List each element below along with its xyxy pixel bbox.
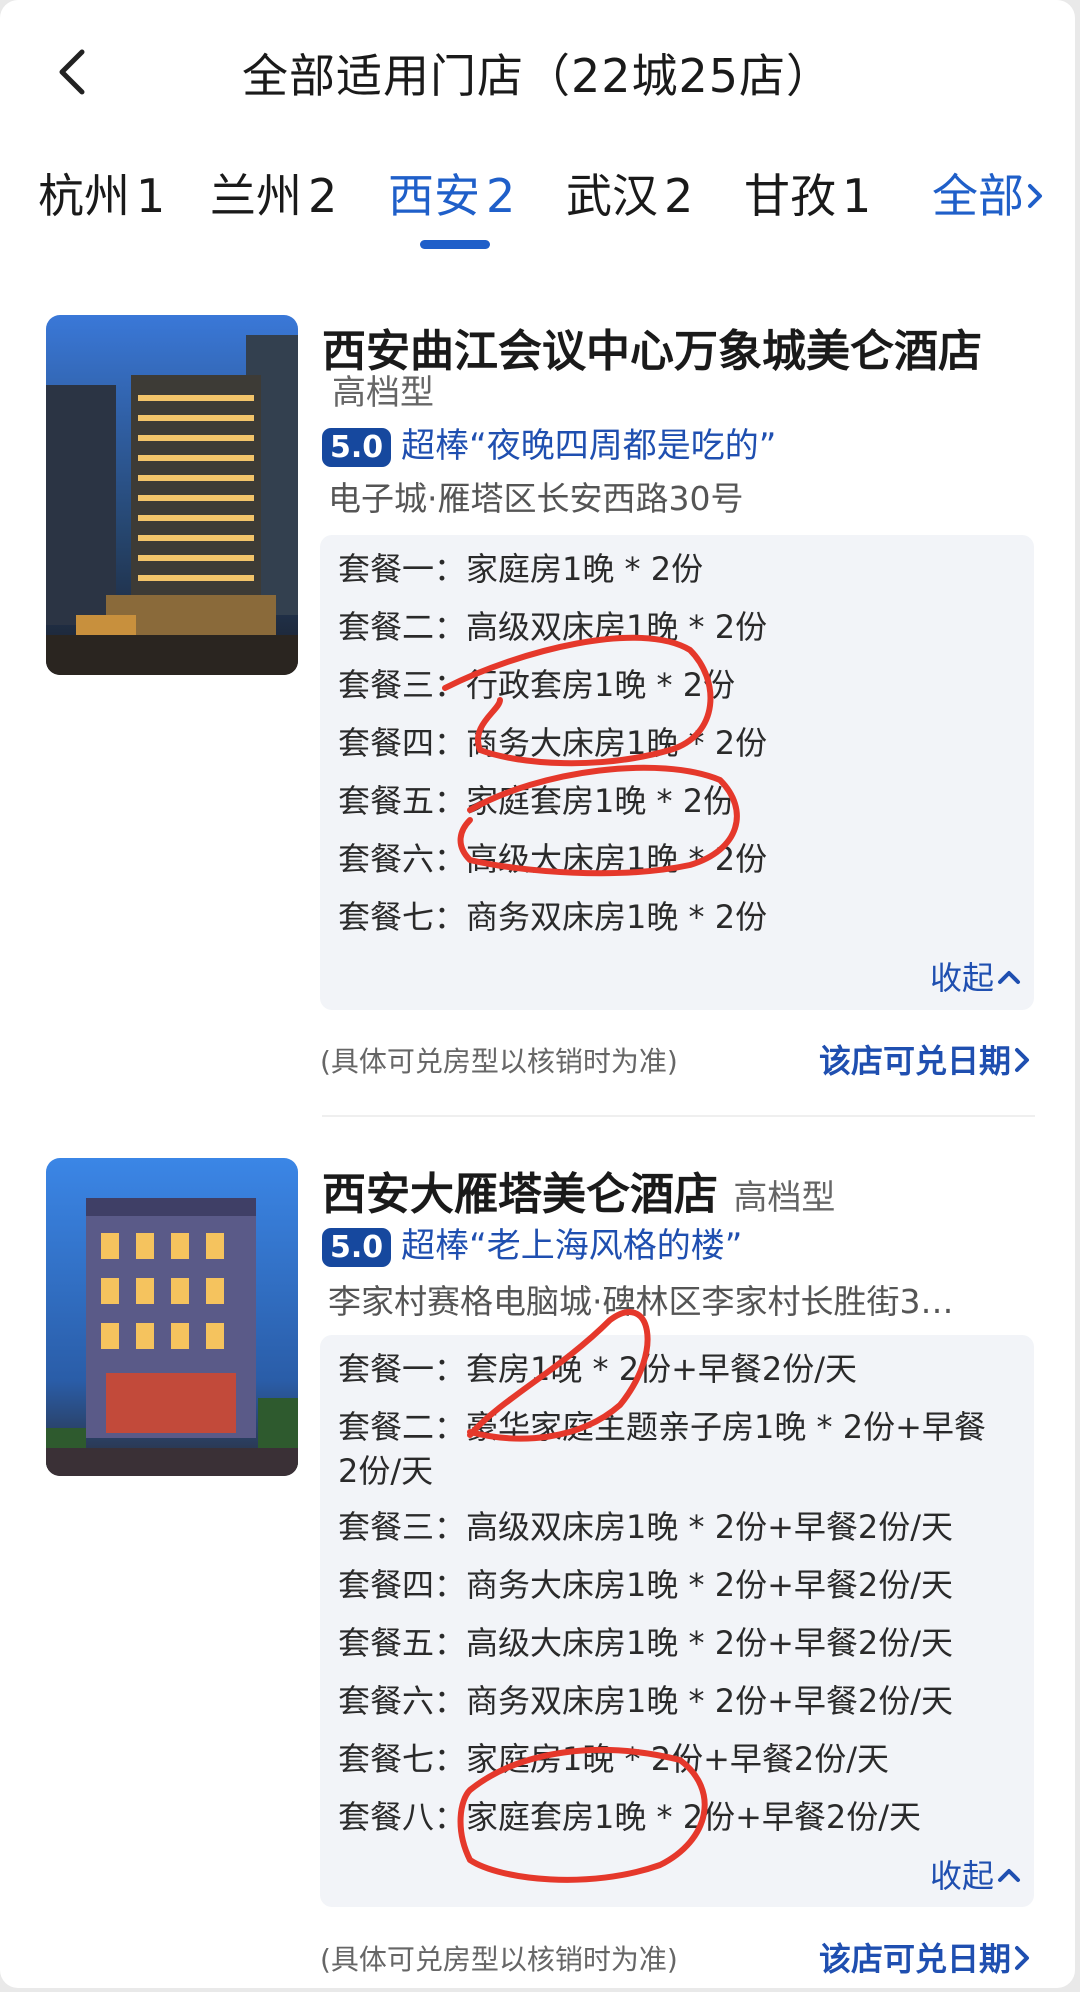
redeem-dates-label: 该店可兑日期 xyxy=(818,1940,1011,1978)
package-item: 套餐五：高级大床房1晚 * 2份+早餐2份/天 xyxy=(338,1624,954,1662)
hotel-address: 电子城·雁塔区长安西路30号 xyxy=(328,479,744,518)
score-badge: 5.0 xyxy=(322,428,392,467)
tab-hangzhou[interactable]: 杭州 1 xyxy=(38,160,165,226)
redeem-note: (具体可兑房型以核销时为准) xyxy=(320,1045,678,1078)
package-item: 套餐四：商务大床房1晚 * 2份 xyxy=(338,724,768,762)
redeem-dates-link[interactable]: 该店可兑日期 xyxy=(819,1934,1035,1980)
card-divider xyxy=(322,1115,1035,1117)
package-item: 套餐六：高级大床房1晚 * 2份 xyxy=(338,840,768,878)
tab-wuhan[interactable]: 武汉 2 xyxy=(566,160,693,226)
package-item: 套餐三：高级双床房1晚 * 2份+早餐2份/天 xyxy=(338,1508,954,1546)
collapse-button[interactable]: 收起 xyxy=(930,1851,1024,1897)
hotel-type-label: 高档型 xyxy=(733,1178,836,1218)
chevron-right-icon xyxy=(1015,1946,1029,1970)
tab-count: 2 xyxy=(308,169,338,223)
tab-city-label: 西安 xyxy=(388,169,480,223)
tab-count: 2 xyxy=(486,169,516,223)
package-item: 套餐四：商务大床房1晚 * 2份+早餐2份/天 xyxy=(338,1566,954,1604)
tab-all[interactable]: 全部 xyxy=(932,160,1048,226)
page-title: 全部适用门店（22城25店） xyxy=(241,49,834,103)
package-item: 套餐三：行政套房1晚 * 2份 xyxy=(338,666,736,704)
package-item: 套餐八：家庭套房1晚 * 2份+早餐2份/天 xyxy=(338,1798,922,1836)
hotel-rating: 5.0 超棒“夜晚四周都是吃的” xyxy=(322,418,776,467)
hotel-photo xyxy=(46,315,298,675)
tab-count: 1 xyxy=(136,169,166,223)
redeem-dates-label: 该店可兑日期 xyxy=(818,1042,1011,1080)
tab-count: 2 xyxy=(664,169,694,223)
package-item: 套餐一：套房1晚 * 2份+早餐2份/天 xyxy=(338,1350,858,1388)
tab-city-label: 甘孜 xyxy=(744,169,836,223)
city-tabs: 杭州 1 兰州 2 西安 2 武汉 2 甘孜 1 全部 xyxy=(0,160,1075,250)
package-item: 套餐二：豪华家庭主题亲子房1晚 * 2份+早餐2份/天 xyxy=(338,1408,986,1490)
chevron-right-icon xyxy=(1015,1048,1029,1072)
tab-lanzhou[interactable]: 兰州 2 xyxy=(210,160,337,226)
hotel-photo xyxy=(46,1158,298,1476)
tab-city-label: 武汉 xyxy=(566,169,658,223)
tab-count: 1 xyxy=(842,169,872,223)
page-header: 全部适用门店（22城25店） xyxy=(0,0,1075,140)
review-snippet: 超棒“老上海风格的楼” xyxy=(401,1226,743,1266)
redeem-dates-link[interactable]: 该店可兑日期 xyxy=(819,1036,1035,1082)
chevron-up-icon xyxy=(998,971,1020,984)
tab-all-label: 全部 xyxy=(932,169,1024,223)
hotel-name: 西安大雁塔美仑酒店 xyxy=(322,1169,718,1220)
package-item: 套餐一：家庭房1晚 * 2份 xyxy=(338,550,704,588)
hotel-type: 高档型 xyxy=(332,365,434,414)
redeem-note: (具体可兑房型以核销时为准) xyxy=(320,1943,678,1976)
collapse-button[interactable]: 收起 xyxy=(930,953,1024,999)
package-list: 套餐一：家庭房1晚 * 2份 套餐二：高级双床房1晚 * 2份 套餐三：行政套房… xyxy=(320,535,1034,1010)
hotel-rating: 5.0 超棒“老上海风格的楼” xyxy=(322,1218,742,1267)
hotel-type-label: 高档型 xyxy=(332,373,434,413)
package-list: 套餐一：套房1晚 * 2份+早餐2份/天 套餐二：豪华家庭主题亲子房1晚 * 2… xyxy=(320,1335,1034,1907)
score-badge: 5.0 xyxy=(322,1228,392,1267)
package-item: 套餐七：商务双床房1晚 * 2份 xyxy=(338,898,768,936)
chevron-right-icon xyxy=(1028,184,1042,208)
app-page: 全部适用门店（22城25店） 杭州 1 兰州 2 西安 2 武汉 2 甘孜 1 全部 xyxy=(0,0,1075,1988)
tab-city-label: 杭州 xyxy=(38,169,130,223)
package-item: 套餐五：家庭套房1晚 * 2份 xyxy=(338,782,736,820)
package-item: 套餐七：家庭房1晚 * 2份+早餐2份/天 xyxy=(338,1740,890,1778)
active-tab-indicator xyxy=(420,240,490,249)
tab-ganzi[interactable]: 甘孜 1 xyxy=(744,160,871,226)
package-item: 套餐六：商务双床房1晚 * 2份+早餐2份/天 xyxy=(338,1682,954,1720)
chevron-up-icon xyxy=(998,1869,1020,1882)
collapse-label: 收起 xyxy=(929,959,994,997)
tab-xian[interactable]: 西安 2 xyxy=(388,160,515,226)
package-item: 套餐二：高级双床房1晚 * 2份 xyxy=(338,608,768,646)
hotel-name-row: 西安大雁塔美仑酒店 高档型 xyxy=(322,1158,835,1222)
review-snippet: 超棒“夜晚四周都是吃的” xyxy=(401,426,777,466)
collapse-label: 收起 xyxy=(929,1857,994,1895)
tab-city-label: 兰州 xyxy=(210,169,302,223)
hotel-address: 李家村赛格电脑城·碑林区李家村长胜街3… xyxy=(328,1282,954,1321)
